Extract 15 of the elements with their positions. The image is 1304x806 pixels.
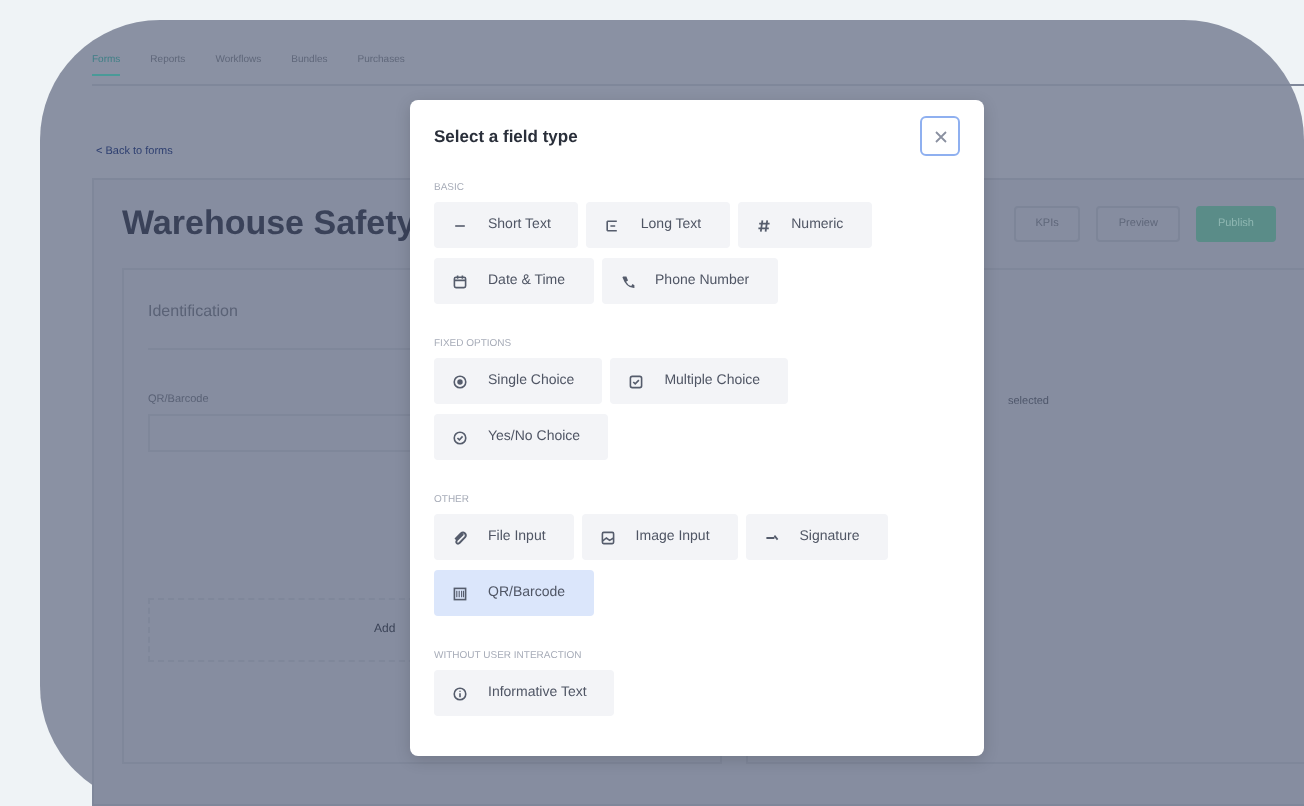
form-title: Warehouse Safety	[122, 204, 416, 244]
yesno-icon	[452, 429, 468, 445]
barcode-icon	[452, 585, 468, 601]
long-icon	[604, 217, 621, 233]
phone-icon	[619, 273, 636, 289]
file-icon	[452, 529, 468, 545]
close-icon	[933, 129, 947, 143]
image-icon	[599, 529, 616, 545]
single-icon	[452, 373, 468, 389]
numeric-icon	[755, 217, 772, 233]
datetime-icon	[452, 273, 468, 289]
info-icon	[452, 685, 468, 701]
multiple-icon	[628, 373, 645, 389]
modal-title: Select a field type	[434, 126, 578, 146]
close-button[interactable]	[920, 116, 960, 156]
